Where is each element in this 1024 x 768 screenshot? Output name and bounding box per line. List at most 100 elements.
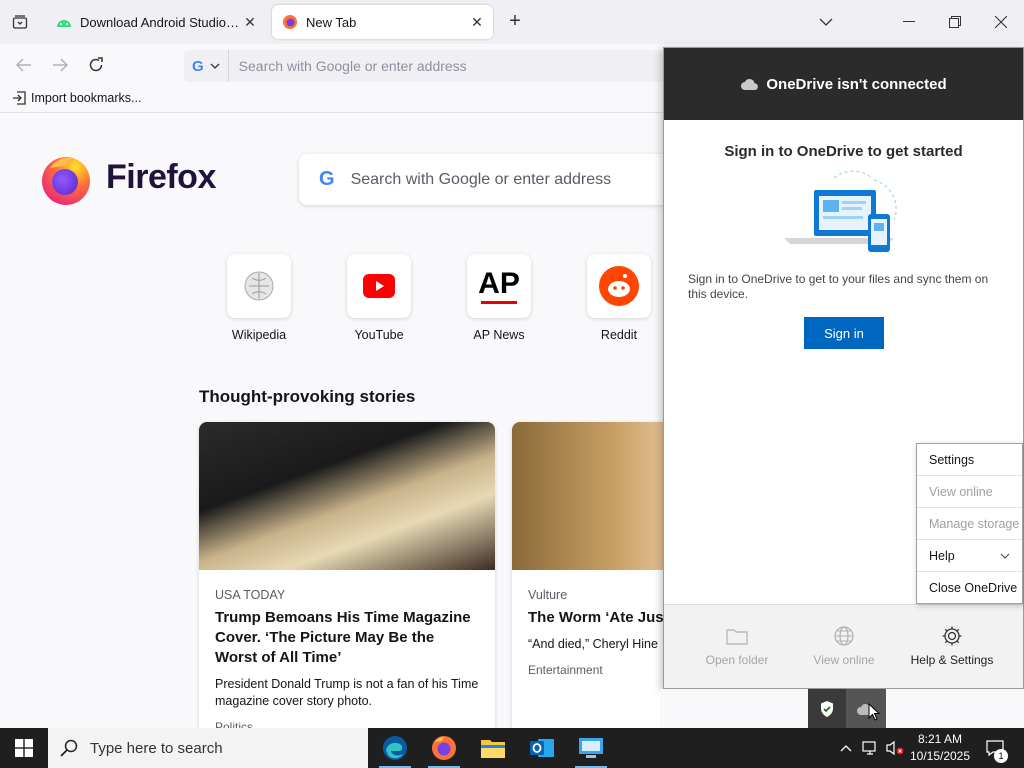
forward-button[interactable] — [47, 52, 73, 78]
android-icon — [56, 14, 72, 30]
help-settings-label: Help & Settings — [910, 653, 994, 667]
devices-illustration — [774, 170, 914, 260]
remote-desktop-icon[interactable] — [567, 728, 615, 768]
close-tab-icon[interactable]: ✕ — [240, 12, 260, 32]
back-button[interactable] — [11, 52, 37, 78]
import-icon — [13, 91, 26, 105]
network-icon[interactable] — [860, 728, 882, 768]
stories-heading: Thought-provoking stories — [199, 387, 416, 406]
tab-title: New Tab — [306, 14, 357, 30]
taskbar-search-box[interactable]: Type here to search — [48, 728, 368, 768]
google-icon: G — [319, 168, 335, 190]
sign-in-button[interactable]: Sign in — [804, 317, 884, 349]
wikipedia-icon — [227, 254, 291, 318]
menu-label: Help — [929, 548, 955, 563]
menu-item-settings[interactable]: Settings — [917, 444, 1022, 476]
story-context: Politics — [215, 720, 254, 728]
menu-item-close-onedrive[interactable]: Close OneDrive — [917, 572, 1022, 604]
notification-center-button[interactable]: 1 — [980, 728, 1010, 768]
folder-icon — [682, 625, 792, 647]
ap-news-icon: AP — [467, 254, 531, 318]
story-source: USA TODAY — [215, 588, 286, 602]
onedrive-title: Sign in to OneDrive to get started — [724, 143, 963, 160]
view-online-button[interactable]: View online — [789, 625, 899, 667]
help-settings-menu: Settings View online Manage storage Help… — [916, 443, 1023, 604]
close-tab-icon[interactable]: ✕ — [467, 12, 487, 32]
onedrive-tray-icon[interactable] — [846, 689, 886, 728]
ap-logo-text: AP — [478, 266, 520, 300]
taskbar: Type here to search 8:21 AM 10/15/2025 1 — [0, 728, 1024, 768]
menu-label: Manage storage — [929, 516, 1020, 531]
story-image — [199, 422, 495, 570]
cloud-icon — [740, 78, 760, 91]
shortcut-reddit[interactable]: Reddit — [579, 254, 659, 342]
minimize-button[interactable] — [894, 8, 924, 36]
chevron-down-icon — [210, 63, 220, 69]
volume-muted-icon[interactable] — [884, 728, 906, 768]
tab-android-studio[interactable]: Download Android Studio & Ap ✕ — [46, 5, 266, 39]
menu-item-help[interactable]: Help — [917, 540, 1022, 572]
search-placeholder: Search with Google or enter address — [350, 170, 612, 188]
youtube-icon — [347, 254, 411, 318]
taskbar-search-placeholder: Type here to search — [90, 739, 223, 757]
clock-time: 8:21 AM — [917, 732, 963, 746]
globe-icon — [789, 625, 899, 647]
shortcut-label: Wikipedia — [231, 328, 287, 342]
onedrive-header: OneDrive isn't connected — [664, 48, 1023, 120]
windows-security-icon[interactable] — [808, 689, 846, 728]
menu-item-view-online[interactable]: View online — [917, 476, 1022, 508]
close-window-button[interactable] — [986, 8, 1016, 36]
gear-icon — [897, 625, 1007, 647]
back-arrow-icon — [16, 58, 31, 72]
firefox-icon[interactable] — [420, 728, 468, 768]
shortcut-label: AP News — [473, 328, 525, 342]
menu-item-manage-storage[interactable]: Manage storage — [917, 508, 1022, 540]
shortcut-label: YouTube — [354, 328, 404, 342]
outlook-icon[interactable] — [518, 728, 566, 768]
import-bookmarks-label: Import bookmarks... — [31, 91, 142, 105]
story-headline: Trump Bemoans His Time Magazine Cover. ‘… — [215, 609, 471, 666]
chevron-down-icon — [1000, 553, 1010, 559]
open-folder-button[interactable]: Open folder — [682, 625, 792, 667]
edge-icon[interactable] — [371, 728, 419, 768]
chevron-down-icon[interactable] — [811, 8, 841, 36]
import-bookmarks-button[interactable]: Import bookmarks... — [12, 91, 141, 105]
tab-new-tab[interactable]: New Tab ✕ — [272, 5, 493, 39]
google-icon: G — [192, 57, 204, 75]
search-engine-selector[interactable]: G — [184, 50, 229, 82]
file-explorer-icon[interactable] — [469, 728, 517, 768]
tab-strip: Download Android Studio & Ap ✕ New Tab ✕… — [0, 0, 1024, 44]
mouse-cursor-icon — [868, 703, 880, 721]
story-excerpt: President Donald Trump is not a fan of h… — [215, 677, 479, 708]
onedrive-description: Sign in to OneDrive to get to your files… — [688, 272, 989, 301]
menu-label: View online — [929, 484, 993, 499]
start-button[interactable] — [0, 728, 48, 768]
clock-date: 10/15/2025 — [909, 749, 971, 763]
help-settings-button[interactable]: Help & Settings — [897, 625, 1007, 667]
story-card[interactable]: USA TODAY Trump Bemoans His Time Magazin… — [199, 422, 495, 728]
new-tab-button[interactable]: + — [503, 10, 527, 34]
tab-title: Download Android Studio & Ap — [80, 14, 240, 30]
new-tab-search-box[interactable]: G Search with Google or enter address — [299, 154, 719, 205]
shortcut-wikipedia[interactable]: Wikipedia — [219, 254, 299, 342]
onedrive-footer: Open folder View online Help & Settings — [664, 604, 1023, 688]
clock[interactable]: 8:21 AM 10/15/2025 — [904, 731, 976, 765]
firefox-logo — [40, 154, 92, 206]
tab-list-icon — [12, 15, 28, 29]
shortcut-ap-news[interactable]: AP AP News — [459, 254, 539, 342]
restore-button[interactable] — [940, 8, 970, 36]
forward-arrow-icon — [53, 58, 68, 72]
shortcut-youtube[interactable]: YouTube — [339, 254, 419, 342]
search-icon — [60, 739, 78, 757]
menu-label: Close OneDrive — [929, 581, 1018, 595]
address-bar-placeholder: Search with Google or enter address — [238, 58, 467, 74]
firefox-wordmark: Firefox — [106, 158, 216, 196]
list-all-tabs-button[interactable] — [8, 10, 32, 34]
reload-button[interactable] — [83, 52, 109, 78]
reddit-icon — [587, 254, 651, 318]
chevron-up-icon[interactable] — [836, 728, 856, 768]
address-bar[interactable]: G Search with Google or enter address — [184, 50, 664, 82]
notification-count-badge: 1 — [994, 749, 1008, 763]
windows-logo-icon — [15, 739, 33, 757]
firefox-icon — [282, 14, 298, 30]
